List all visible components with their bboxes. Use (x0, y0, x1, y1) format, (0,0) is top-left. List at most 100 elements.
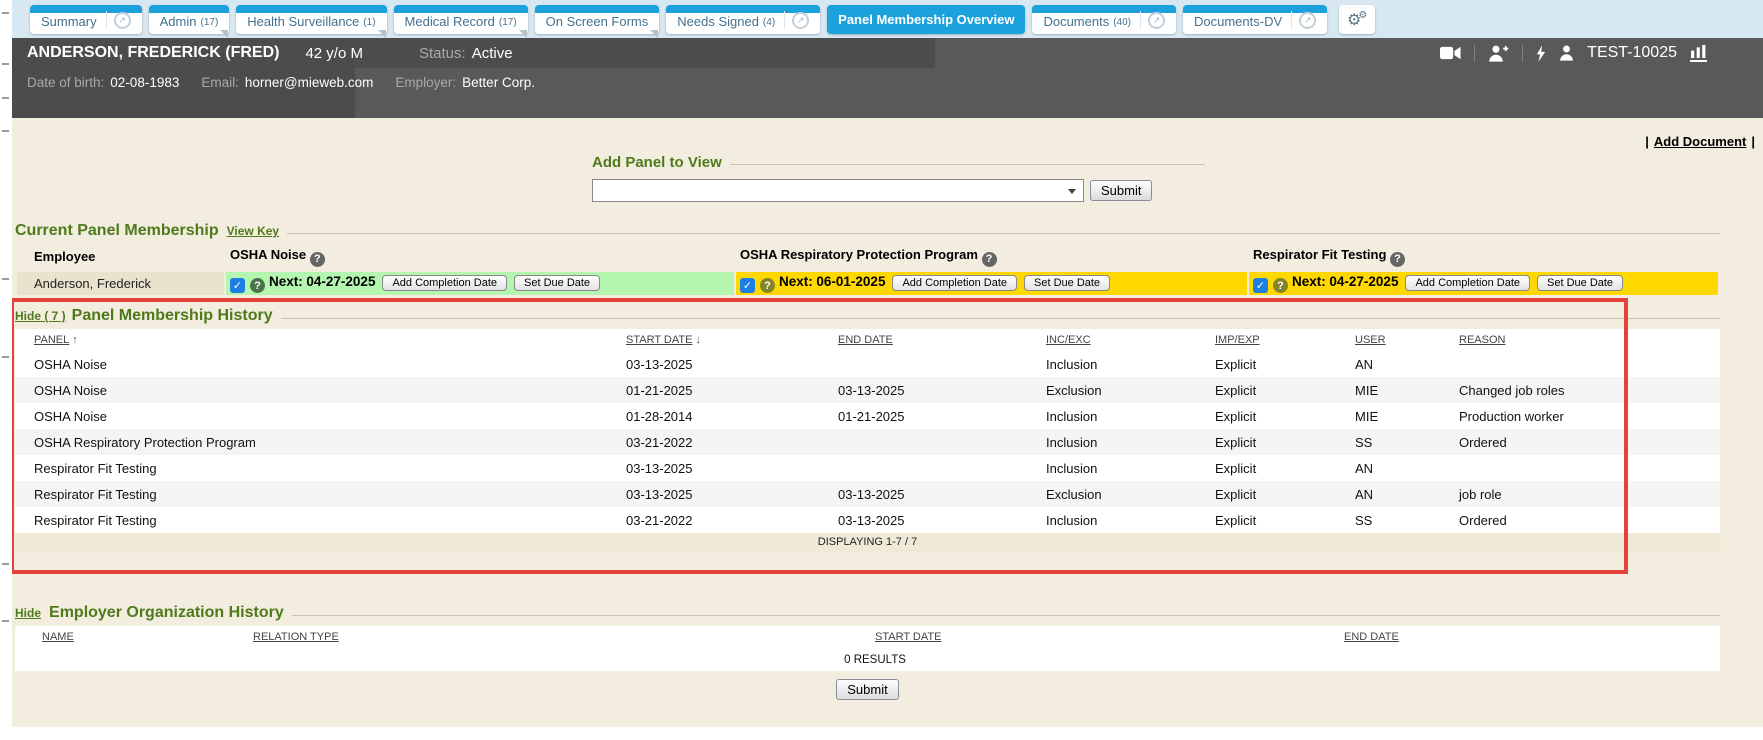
cell-reason: Changed job roles (1455, 377, 1720, 403)
cell-user: AN (1351, 351, 1455, 377)
panel-cell-osha-noise: Next: 04-27-2025Add Completion DateSet D… (226, 272, 734, 296)
tab-summary[interactable]: Summary (30, 5, 142, 34)
column-header-respirator-fit: Respirator Fit Testing (1249, 244, 1718, 270)
tab-admin[interactable]: Admin (17) (149, 5, 230, 34)
employee-cell: Anderson, Frederick (17, 272, 224, 296)
column-sort-link[interactable]: REASON (1459, 334, 1505, 346)
set-due-date-button[interactable]: Set Due Date (514, 275, 600, 291)
add-panel-submit-button[interactable]: Submit (1090, 180, 1152, 201)
tab-panel-membership-overview[interactable]: Panel Membership Overview (827, 5, 1025, 34)
tab-documents-dv[interactable]: Documents-DV (1183, 5, 1327, 34)
column-sort-link[interactable]: RELATION TYPE (253, 631, 339, 643)
help-icon[interactable] (250, 278, 265, 293)
dob-value: 02-08-1983 (110, 75, 179, 90)
employer-hide-link[interactable]: Hide (15, 606, 41, 620)
help-icon[interactable] (310, 252, 325, 267)
tab-divider (1291, 11, 1292, 29)
popout-icon[interactable] (1148, 12, 1165, 29)
help-icon[interactable] (760, 278, 775, 293)
popout-icon[interactable] (1299, 12, 1316, 29)
cell-reason: Ordered (1455, 507, 1720, 533)
tab-on-screen-forms[interactable]: On Screen Forms (535, 5, 660, 34)
lightning-icon[interactable] (1536, 45, 1546, 62)
column-sort-link[interactable]: END DATE (1344, 631, 1399, 643)
help-icon[interactable] (1273, 278, 1288, 293)
tab-label: On Screen Forms (546, 14, 649, 29)
left-gutter[interactable] (0, 0, 12, 740)
history-hide-link[interactable]: Hide ( 7 ) (15, 309, 66, 323)
email-value: horner@mieweb.com (245, 75, 374, 90)
history-paging-status: DISPLAYING 1-7 / 7 (15, 533, 1720, 552)
column-sort-link[interactable]: START DATE (875, 631, 941, 643)
history-row: OSHA Respiratory Protection Program 03-2… (15, 429, 1720, 455)
view-key-link[interactable]: View Key (227, 224, 279, 238)
panel-checkbox[interactable] (1253, 278, 1268, 293)
add-completion-date-button[interactable]: Add Completion Date (892, 275, 1017, 291)
employer-column-header: RELATION TYPE (249, 626, 871, 648)
popout-icon[interactable] (114, 12, 131, 29)
add-person-icon[interactable] (1488, 45, 1509, 62)
icon-divider (1522, 45, 1523, 62)
panel-select[interactable] (592, 179, 1084, 202)
membership-history-title: Panel Membership History (72, 307, 273, 325)
employer-empty-row: 0 RESULTS (15, 648, 1720, 671)
column-sort-link[interactable]: INC/EXC (1046, 334, 1091, 346)
employer-header-row: NAME RELATION TYPE START DATE END DATE (15, 626, 1720, 648)
bar-chart-icon[interactable] (1690, 45, 1707, 62)
cell-imp-exp: Explicit (1211, 455, 1351, 481)
legend-line (287, 233, 1720, 234)
history-row: OSHA Noise 01-21-2025 03-13-2025 Exclusi… (15, 377, 1720, 403)
cell-inc-exc: Exclusion (1042, 377, 1211, 403)
next-date: 04-27-2025 (1329, 274, 1398, 289)
add-panel-title: Add Panel to View (592, 154, 722, 171)
add-completion-date-button[interactable]: Add Completion Date (382, 275, 507, 291)
patient-name: ANDERSON, FREDERICK (FRED) (27, 44, 279, 62)
cell-panel: OSHA Noise (15, 351, 622, 377)
column-sort-link[interactable]: USER (1355, 334, 1386, 346)
popout-icon[interactable] (792, 12, 809, 29)
help-icon[interactable] (982, 252, 997, 267)
employer-history-section: Hide Employer Organization History NAMER… (15, 604, 1720, 700)
current-membership-table: Employee OSHA Noise OSHA Respiratory Pro… (15, 242, 1720, 297)
patient-header-icons: TEST-10025 (1440, 38, 1707, 68)
cell-imp-exp: Explicit (1211, 377, 1351, 403)
cell-imp-exp: Explicit (1211, 351, 1351, 377)
legend-line (730, 164, 1205, 165)
add-completion-date-button[interactable]: Add Completion Date (1405, 275, 1530, 291)
tab-divider (1140, 11, 1141, 29)
video-camera-icon[interactable] (1440, 46, 1461, 60)
cell-inc-exc: Inclusion (1042, 429, 1211, 455)
panel-cell-osha-respiratory: Next: 06-01-2025Add Completion DateSet D… (736, 272, 1247, 296)
history-row: OSHA Noise 01-28-2014 01-21-2025 Inclusi… (15, 403, 1720, 429)
panel-checkbox[interactable] (230, 278, 245, 293)
next-label: Next: (269, 274, 303, 289)
page: Summary Admin (17) Health Surveillance (… (0, 0, 1763, 740)
history-column-header: START DATE↓ (622, 329, 834, 351)
column-sort-link[interactable]: END DATE (838, 334, 893, 346)
column-header-osha-respiratory: OSHA Respiratory Protection Program (736, 244, 1247, 270)
employer-submit-button[interactable]: Submit (836, 679, 898, 700)
tab-medical-record[interactable]: Medical Record (17) (394, 5, 528, 34)
set-due-date-button[interactable]: Set Due Date (1537, 275, 1623, 291)
panel-checkbox[interactable] (740, 278, 755, 293)
patient-header: ANDERSON, FREDERICK (FRED) 42 y/o M Stat… (0, 38, 1763, 118)
history-column-header: IMP/EXP (1211, 329, 1351, 351)
help-icon[interactable] (1390, 252, 1405, 267)
employee-link[interactable]: Anderson, Frederick (34, 276, 151, 291)
email-label: Email: (201, 75, 239, 90)
column-sort-link[interactable]: START DATE (626, 334, 692, 346)
column-sort-link[interactable]: PANEL (34, 334, 69, 346)
tab-divider (784, 11, 785, 29)
next-label: Next: (1292, 274, 1326, 289)
column-sort-link[interactable]: IMP/EXP (1215, 334, 1260, 346)
tab-documents[interactable]: Documents (40) (1032, 5, 1176, 34)
history-row: OSHA Noise 03-13-2025 Inclusion Explicit… (15, 351, 1720, 377)
set-due-date-button[interactable]: Set Due Date (1024, 275, 1110, 291)
tab-needs-signed[interactable]: Needs Signed (4) (666, 5, 820, 34)
person-icon[interactable] (1559, 45, 1574, 61)
tab-health-surveillance[interactable]: Health Surveillance (1) (236, 5, 386, 34)
add-document-link[interactable]: Add Document (1654, 134, 1746, 149)
current-membership-row: Anderson, Frederick Next: 04-27-2025Add … (17, 272, 1718, 296)
column-sort-link[interactable]: NAME (42, 631, 74, 643)
settings-gear-button[interactable] (1339, 5, 1375, 34)
